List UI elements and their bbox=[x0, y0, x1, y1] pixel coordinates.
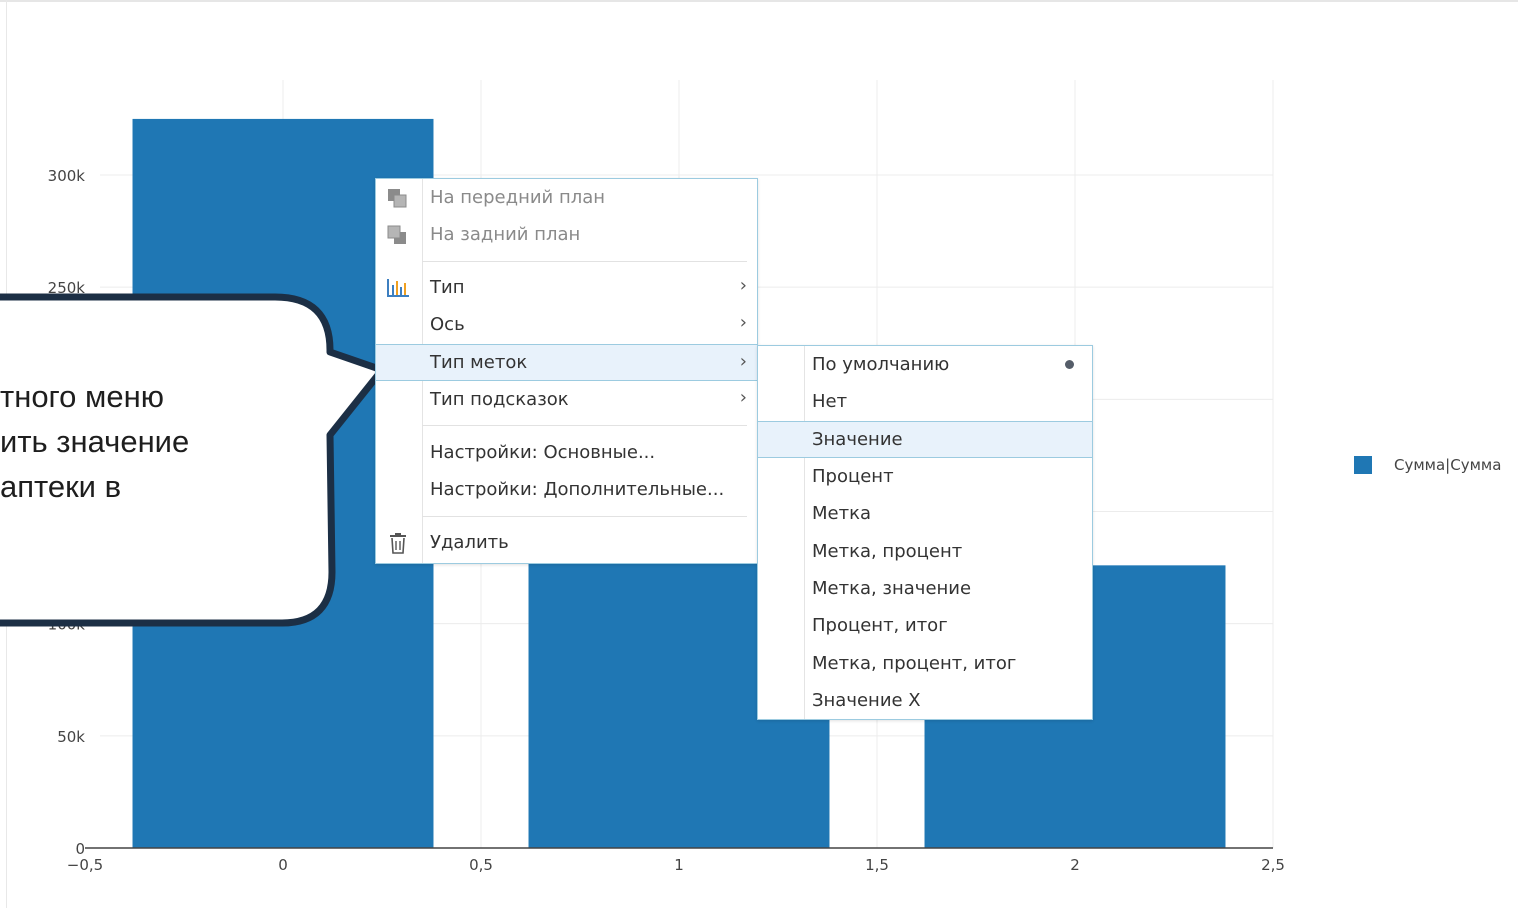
legend[interactable]: Сумма|Сумма bbox=[1354, 456, 1501, 474]
menu-item-axis[interactable]: Ось › bbox=[376, 306, 757, 343]
send-to-back-icon bbox=[386, 224, 410, 246]
x-tick-label: 0 bbox=[278, 856, 288, 874]
x-tick-label: 1 bbox=[674, 856, 684, 874]
submenu-item-label-value[interactable]: Метка, значение bbox=[758, 570, 1092, 607]
menu-item-label: Настройки: Основные... bbox=[430, 442, 656, 463]
y-tick-label: 50k bbox=[57, 728, 85, 746]
menu-item-label: Значение X bbox=[812, 690, 921, 711]
context-menu: На передний план На задний план Тип › Ос… bbox=[375, 178, 758, 564]
menu-item-label: Ось bbox=[430, 314, 465, 335]
menu-item-settings-advanced[interactable]: Настройки: Дополнительные... bbox=[376, 471, 757, 508]
chevron-right-icon: › bbox=[739, 312, 747, 333]
submenu-item-percent[interactable]: Процент bbox=[758, 458, 1092, 495]
menu-item-settings-basic[interactable]: Настройки: Основные... bbox=[376, 434, 757, 471]
x-tick-label: 0,5 bbox=[469, 856, 493, 874]
menu-item-tooltip-type[interactable]: Тип подсказок › bbox=[376, 381, 757, 418]
trash-icon bbox=[386, 532, 410, 554]
y-tick-label: 0 bbox=[75, 840, 85, 858]
menu-item-delete[interactable]: Удалить bbox=[376, 524, 757, 561]
menu-item-bring-to-front[interactable]: На передний план bbox=[376, 179, 757, 216]
callout-bubble bbox=[0, 293, 386, 627]
x-tick-label: 1,5 bbox=[865, 856, 889, 874]
menu-item-label: На передний план bbox=[430, 187, 606, 208]
callout-line: ить значение bbox=[0, 424, 190, 459]
menu-separator bbox=[422, 516, 747, 517]
menu-item-label: Метка, процент, итог bbox=[812, 653, 1017, 674]
menu-item-label: Метка bbox=[812, 503, 871, 524]
x-tick-label: 2,5 bbox=[1261, 856, 1285, 874]
submenu-item-label-percent[interactable]: Метка, процент bbox=[758, 533, 1092, 570]
selected-dot-icon bbox=[1065, 360, 1074, 369]
submenu-item-value[interactable]: Значение bbox=[758, 421, 1092, 458]
menu-item-label: Метка, значение bbox=[812, 578, 972, 599]
chevron-right-icon: › bbox=[739, 275, 747, 296]
chevron-right-icon: › bbox=[739, 387, 747, 408]
x-tick-label: −0,5 bbox=[67, 856, 103, 874]
legend-label: Сумма|Сумма bbox=[1394, 456, 1502, 474]
menu-item-type[interactable]: Тип › bbox=[376, 269, 757, 306]
callout-text: тного меню ить значение аптеки в bbox=[0, 374, 330, 509]
submenu-item-none[interactable]: Нет bbox=[758, 383, 1092, 420]
menu-item-label: Тип меток bbox=[430, 352, 528, 373]
menu-item-label: Тип подсказок bbox=[430, 389, 569, 410]
callout-line: тного меню bbox=[0, 379, 164, 414]
menu-item-label: На задний план bbox=[430, 224, 581, 245]
x-tick-label: 2 bbox=[1070, 856, 1080, 874]
submenu-item-percent-total[interactable]: Процент, итог bbox=[758, 607, 1092, 644]
chevron-right-icon: › bbox=[739, 351, 747, 372]
callout-line: аптеки в bbox=[0, 469, 122, 504]
menu-separator bbox=[422, 425, 747, 426]
menu-item-label: Нет bbox=[812, 391, 848, 412]
submenu-item-label-percent-total[interactable]: Метка, процент, итог bbox=[758, 645, 1092, 682]
label-type-submenu: По умолчанию Нет Значение Процент Метка … bbox=[757, 345, 1093, 720]
submenu-item-value-x[interactable]: Значение X bbox=[758, 682, 1092, 719]
menu-item-label: Тип bbox=[430, 277, 465, 298]
menu-item-label: Настройки: Дополнительные... bbox=[430, 479, 725, 500]
menu-item-label: Процент bbox=[812, 466, 894, 487]
menu-item-label: По умолчанию bbox=[812, 354, 950, 375]
bar-chart-icon bbox=[386, 277, 410, 299]
menu-separator bbox=[422, 261, 747, 262]
menu-item-label: Метка, процент bbox=[812, 541, 963, 562]
submenu-item-default[interactable]: По умолчанию bbox=[758, 346, 1092, 383]
submenu-item-label[interactable]: Метка bbox=[758, 495, 1092, 532]
legend-swatch bbox=[1354, 456, 1372, 474]
menu-item-label: Процент, итог bbox=[812, 615, 948, 636]
bring-to-front-icon bbox=[386, 187, 410, 209]
menu-item-label: Значение bbox=[812, 429, 903, 450]
menu-item-label: Удалить bbox=[430, 532, 509, 553]
menu-item-send-to-back[interactable]: На задний план bbox=[376, 216, 757, 253]
menu-item-label-type[interactable]: Тип меток › bbox=[376, 344, 757, 381]
